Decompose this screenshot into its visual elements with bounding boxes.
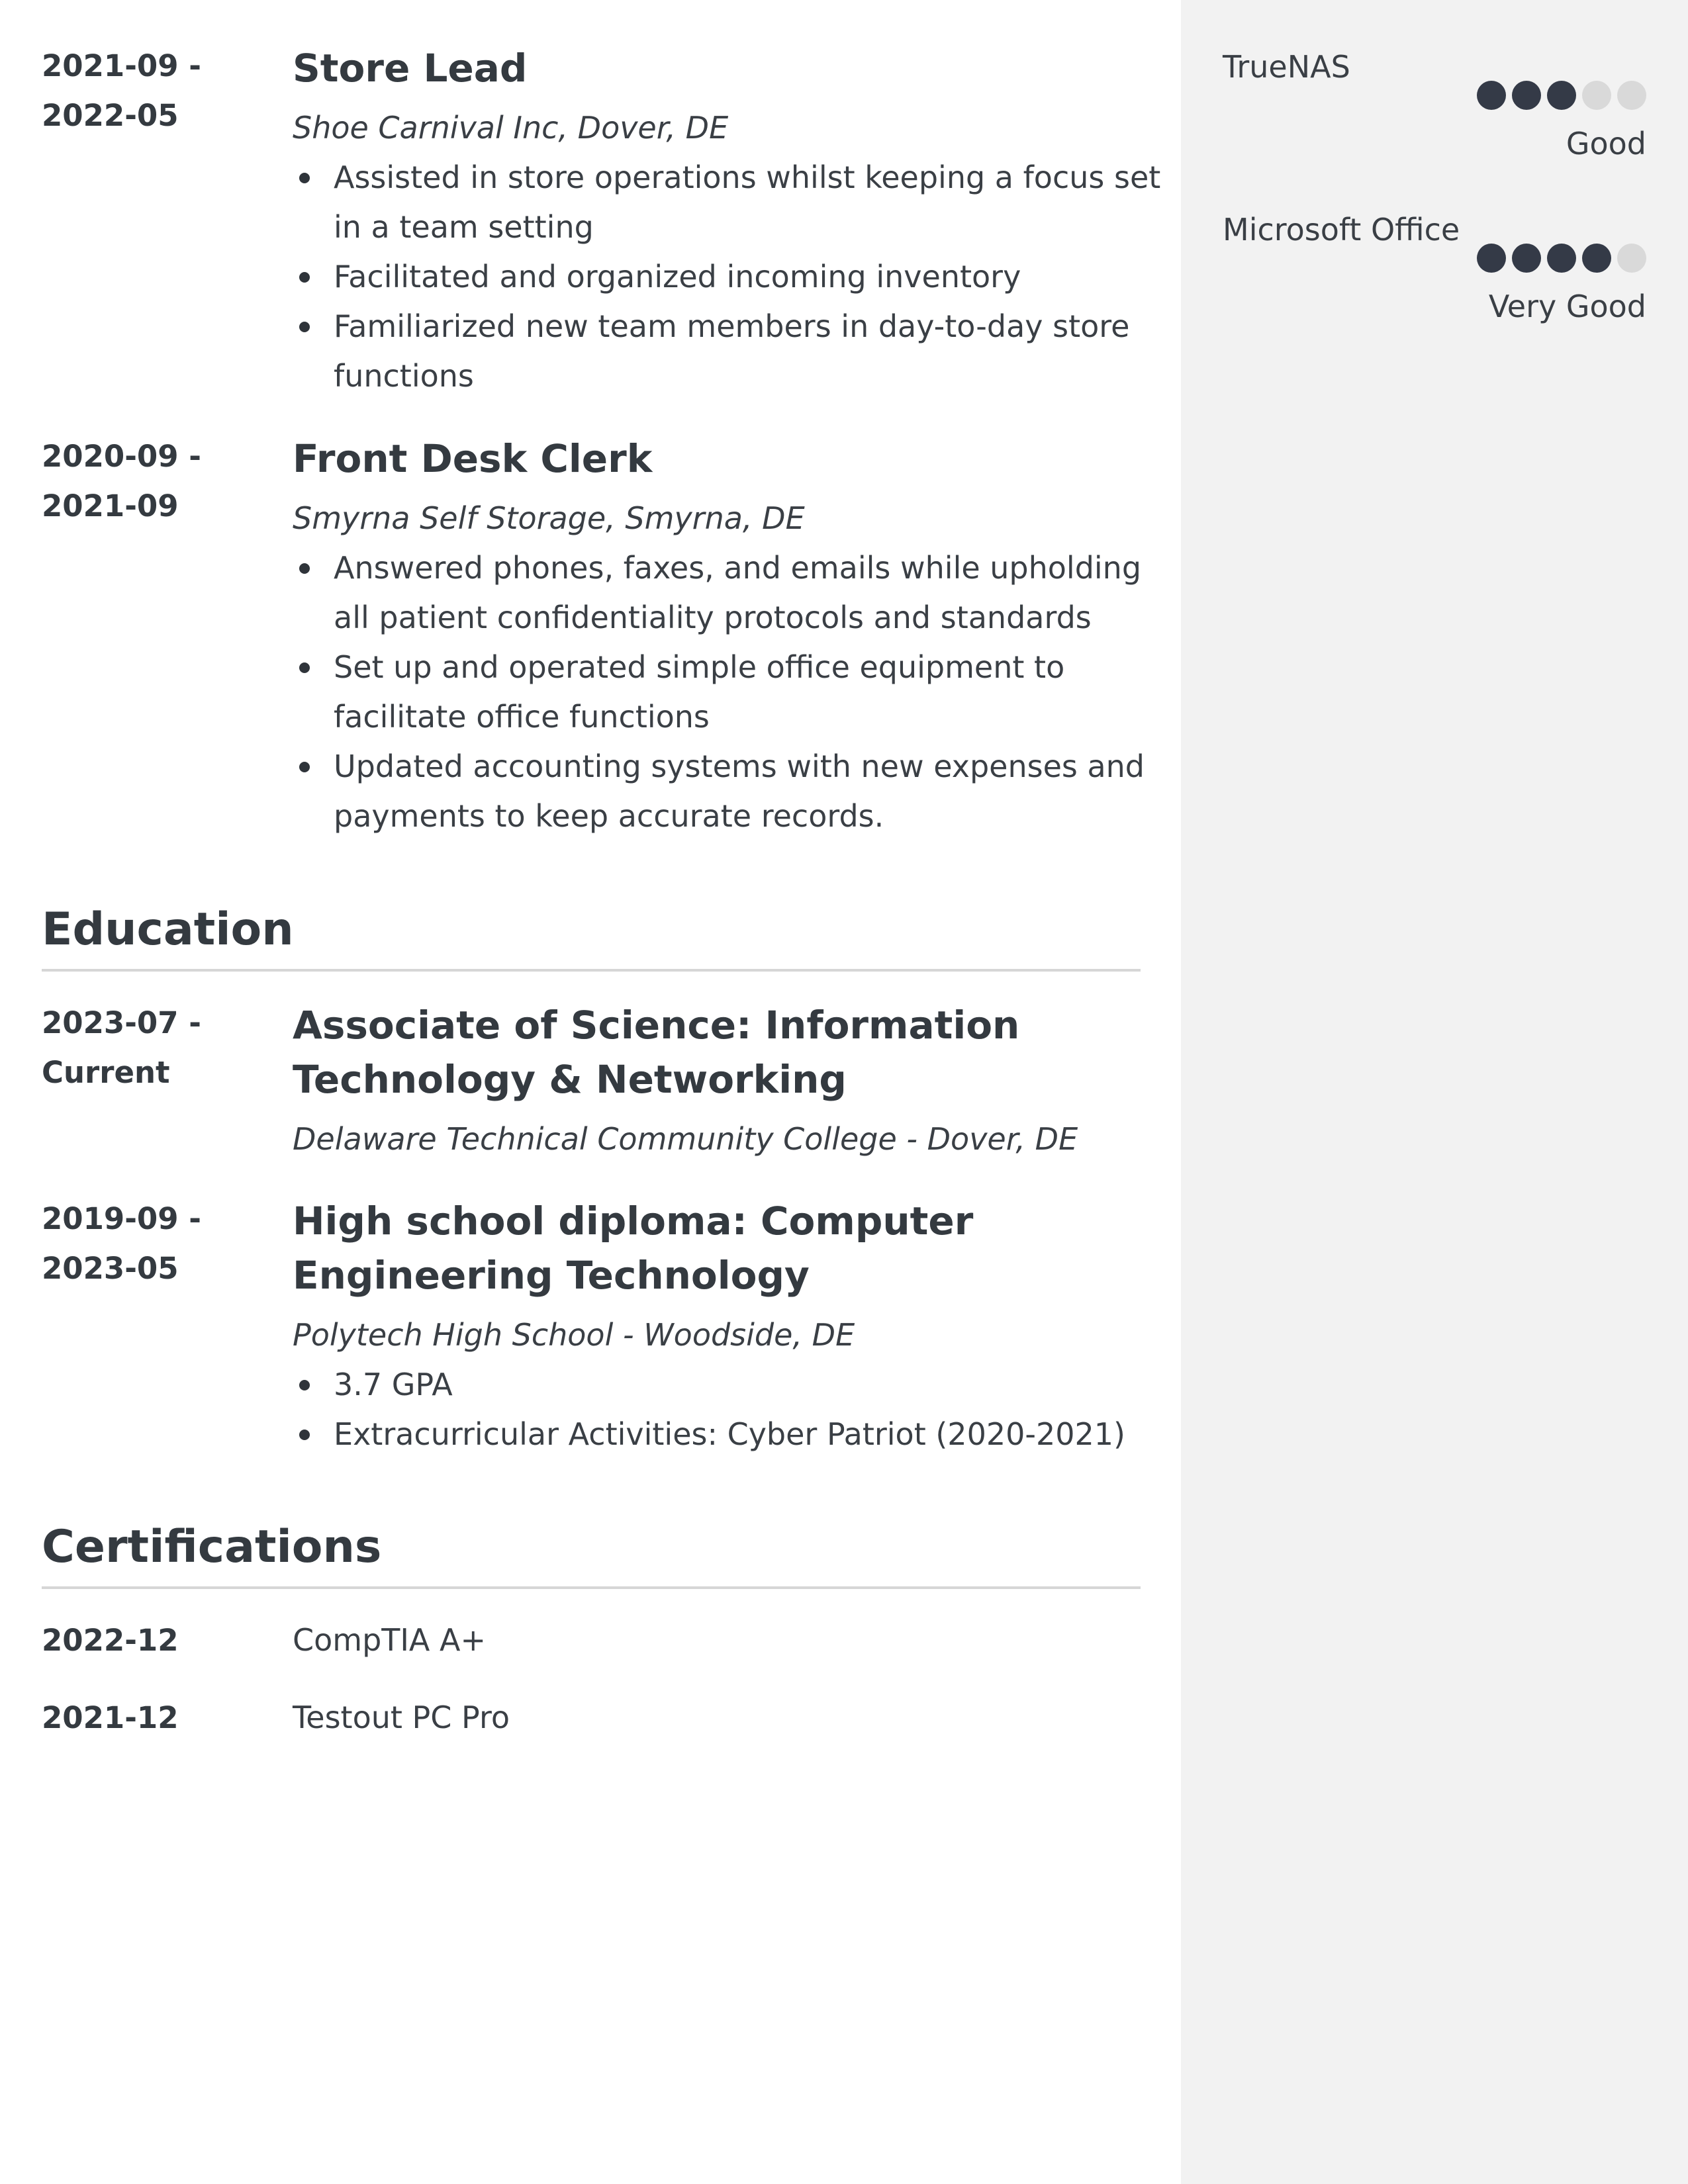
bullet-item: Facilitated and organized incoming inven… xyxy=(293,252,1183,302)
certification-date: 2022-12 xyxy=(42,1623,179,1658)
experience-date: 2020-09 - 2021-09 xyxy=(42,432,260,531)
school-name: Polytech High School - Woodside, DE xyxy=(293,1317,855,1353)
school-name: Delaware Technical Community College - D… xyxy=(293,1121,1078,1157)
rating-dot-filled xyxy=(1547,81,1576,110)
education-section-header: Education xyxy=(42,900,1141,972)
bullet-item: Answered phones, faxes, and emails while… xyxy=(293,543,1183,643)
date-end: 2023-05 xyxy=(42,1251,179,1286)
rating-dot-filled xyxy=(1477,81,1506,110)
rating-dot-filled xyxy=(1477,244,1506,273)
rating-dot-filled xyxy=(1547,244,1576,273)
skill-rating xyxy=(1477,244,1646,273)
degree-title: Associate of Science: Information Techno… xyxy=(293,1003,1020,1102)
bullet-item: Familiarized new team members in day-to-… xyxy=(293,302,1183,401)
rating-dot-filled xyxy=(1582,244,1611,273)
date-end: 2022-05 xyxy=(42,98,179,133)
date-start: 2023-07 - xyxy=(42,1005,201,1040)
section-divider xyxy=(42,969,1141,972)
education-body: Associate of Science: Information Techno… xyxy=(293,998,1183,1164)
bullet-list: 3.7 GPA Extracurricular Activities: Cybe… xyxy=(293,1360,1183,1459)
rating-dot-filled xyxy=(1512,81,1541,110)
resume-sidebar: TrueNAS Good Microsoft Office Very Good xyxy=(1181,0,1688,2184)
skill-item: TrueNAS Good xyxy=(1223,42,1646,195)
bullet-item: Set up and operated simple office equipm… xyxy=(293,643,1183,742)
certifications-section-header: Certifications xyxy=(42,1518,1141,1589)
skill-name: Microsoft Office xyxy=(1223,212,1460,248)
date-start: 2021-09 - xyxy=(42,48,201,83)
rating-dot-empty xyxy=(1617,81,1646,110)
bullet-item: 3.7 GPA xyxy=(293,1360,1183,1410)
skill-rating xyxy=(1477,81,1646,110)
skill-level-label: Very Good xyxy=(1488,289,1646,324)
rating-dot-empty xyxy=(1617,244,1646,273)
skill-name: TrueNAS xyxy=(1223,49,1350,85)
bullet-list: Assisted in store operations whilst keep… xyxy=(293,153,1183,401)
certification-name: CompTIA A+ xyxy=(293,1622,487,1658)
certification-entry: 2022-12 CompTIA A+ xyxy=(42,1615,1141,1665)
bullet-item: Assisted in store operations whilst keep… xyxy=(293,153,1183,252)
certification-entry: 2021-12 Testout PC Pro xyxy=(42,1693,1141,1743)
certification-name: Testout PC Pro xyxy=(293,1700,510,1735)
bullet-item: Extracurricular Activities: Cyber Patrio… xyxy=(293,1410,1183,1459)
job-title: Store Lead xyxy=(293,46,528,91)
education-date: 2023-07 - Current xyxy=(42,998,260,1097)
certification-date: 2021-12 xyxy=(42,1700,179,1735)
job-title: Front Desk Clerk xyxy=(293,436,653,481)
skill-item: Microsoft Office Very Good xyxy=(1223,205,1646,357)
company-name: Smyrna Self Storage, Smyrna, DE xyxy=(293,500,805,536)
company-name: Shoe Carnival Inc, Dover, DE xyxy=(293,110,729,146)
rating-dot-filled xyxy=(1512,244,1541,273)
rating-dot-empty xyxy=(1582,81,1611,110)
experience-body: Store Lead Shoe Carnival Inc, Dover, DE … xyxy=(293,41,1183,401)
section-title: Certifications xyxy=(42,1521,382,1573)
experience-body: Front Desk Clerk Smyrna Self Storage, Sm… xyxy=(293,432,1183,841)
bullet-item: Updated accounting systems with new expe… xyxy=(293,742,1183,841)
degree-title: High school diploma: Computer Engineerin… xyxy=(293,1199,974,1298)
resume-main-column: 2021-09 - 2022-05 Store Lead Shoe Carniv… xyxy=(0,0,1181,2184)
date-start: 2019-09 - xyxy=(42,1201,201,1236)
education-body: High school diploma: Computer Engineerin… xyxy=(293,1194,1183,1459)
education-date: 2019-09 - 2023-05 xyxy=(42,1194,260,1293)
skill-level-label: Good xyxy=(1566,126,1646,161)
section-divider xyxy=(42,1586,1141,1589)
bullet-list: Answered phones, faxes, and emails while… xyxy=(293,543,1183,841)
date-end: Current xyxy=(42,1055,170,1090)
date-start: 2020-09 - xyxy=(42,439,201,474)
date-end: 2021-09 xyxy=(42,488,179,523)
experience-date: 2021-09 - 2022-05 xyxy=(42,41,260,140)
section-title: Education xyxy=(42,903,294,956)
